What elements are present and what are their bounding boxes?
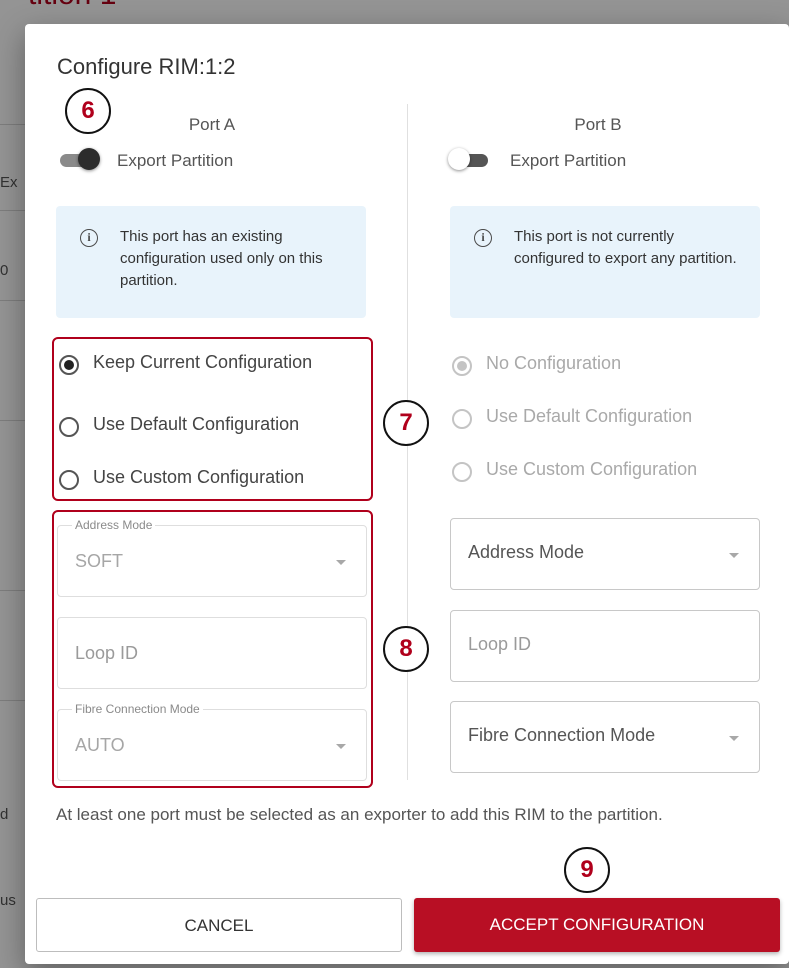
chevron-down-icon bbox=[336, 744, 346, 749]
port-b-address-mode-select[interactable]: Address Mode bbox=[450, 518, 760, 590]
field-placeholder: Loop ID bbox=[468, 634, 532, 654]
field-value: AUTO bbox=[75, 735, 125, 755]
port-b-export-toggle[interactable] bbox=[448, 148, 490, 170]
callout-6: 6 bbox=[65, 88, 111, 134]
exporter-requirement-note: At least one port must be selected as an… bbox=[56, 805, 663, 824]
chevron-down-icon bbox=[729, 553, 739, 558]
port-b-heading: Port B bbox=[574, 115, 622, 134]
field-placeholder: Fibre Connection Mode bbox=[468, 725, 656, 745]
toggle-thumb bbox=[78, 148, 100, 170]
port-a-option-custom[interactable]: Use Custom Configuration bbox=[59, 467, 304, 492]
port-a-heading: Port A bbox=[188, 115, 236, 134]
accept-configuration-button[interactable]: ACCEPT CONFIGURATION bbox=[414, 898, 780, 952]
callout-9: 9 bbox=[564, 847, 610, 893]
radio-label: Use Default Configuration bbox=[93, 414, 300, 434]
radio-button[interactable] bbox=[59, 470, 79, 490]
port-a-export-toggle[interactable] bbox=[56, 148, 100, 170]
callout-7: 7 bbox=[383, 400, 429, 446]
field-legend: Address Mode bbox=[72, 518, 156, 532]
port-a-info-box: i This port has an existing configuratio… bbox=[56, 206, 366, 318]
chevron-down-icon bbox=[336, 560, 346, 565]
radio-label: No Configuration bbox=[486, 353, 622, 373]
radio-label: Keep Current Configuration bbox=[93, 352, 313, 372]
port-a-address-mode-select[interactable]: Address Mode SOFT bbox=[57, 518, 367, 597]
port-a-info-text: This port has an existing configuration … bbox=[120, 228, 323, 289]
port-b-loop-id-input[interactable]: Loop ID bbox=[450, 610, 760, 682]
radio-button[interactable] bbox=[59, 355, 79, 375]
port-a-option-keep-current[interactable]: Keep Current Configuration bbox=[59, 352, 349, 377]
configure-rim-dialog: Configure RIM:1:2 Port A Export Partitio… bbox=[25, 24, 789, 964]
info-icon: i bbox=[80, 229, 98, 247]
radio-button[interactable] bbox=[452, 409, 472, 429]
field-placeholder: Loop ID bbox=[75, 643, 139, 663]
chevron-down-icon bbox=[729, 736, 739, 741]
callout-8: 8 bbox=[383, 626, 429, 672]
field-placeholder: Address Mode bbox=[468, 542, 585, 562]
field-value: SOFT bbox=[75, 551, 123, 571]
toggle-thumb bbox=[448, 148, 470, 170]
field-legend: Fibre Connection Mode bbox=[72, 702, 203, 716]
port-b-info-text: This port is not currently configured to… bbox=[514, 228, 737, 267]
radio-label: Use Default Configuration bbox=[486, 406, 693, 426]
dialog-title: Configure RIM:1:2 bbox=[57, 54, 236, 79]
cancel-button[interactable]: CANCEL bbox=[36, 898, 402, 952]
port-a-fibre-mode-select[interactable]: Fibre Connection Mode AUTO bbox=[57, 702, 367, 781]
port-b-info-box: i This port is not currently configured … bbox=[450, 206, 760, 318]
port-b-option-default[interactable]: Use Default Configuration bbox=[452, 406, 692, 431]
radio-button[interactable] bbox=[452, 356, 472, 376]
port-a-option-default[interactable]: Use Default Configuration bbox=[59, 414, 299, 439]
radio-label: Use Custom Configuration bbox=[93, 467, 305, 487]
port-b-export-label: Export Partition bbox=[510, 151, 627, 170]
port-b-fibre-mode-select[interactable]: Fibre Connection Mode bbox=[450, 701, 760, 773]
info-icon: i bbox=[474, 229, 492, 247]
port-a-loop-id-input[interactable]: Loop ID bbox=[57, 617, 367, 689]
radio-label: Use Custom Configuration bbox=[486, 459, 698, 479]
port-a-export-label: Export Partition bbox=[117, 151, 234, 170]
port-b-option-custom[interactable]: Use Custom Configuration bbox=[452, 459, 697, 484]
radio-button[interactable] bbox=[452, 462, 472, 482]
radio-button[interactable] bbox=[59, 417, 79, 437]
port-b-option-no-config[interactable]: No Configuration bbox=[452, 353, 621, 378]
